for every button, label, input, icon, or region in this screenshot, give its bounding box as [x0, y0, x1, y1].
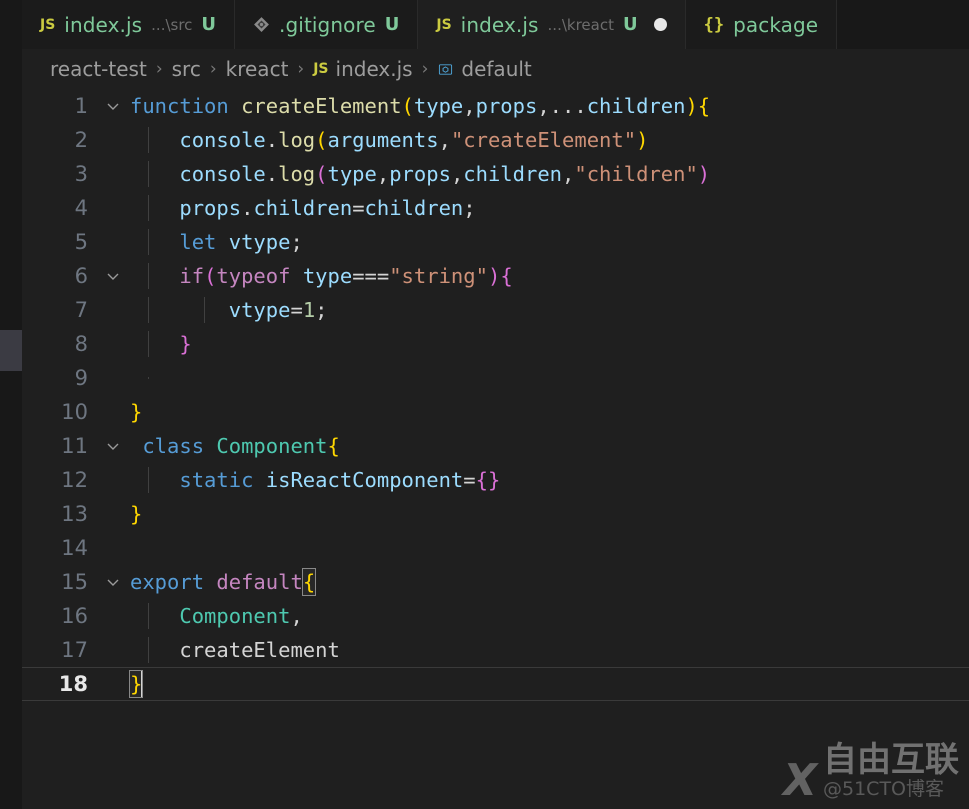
editor-tab-index-js-kreact[interactable]: JS index.js ...\kreact U	[418, 0, 686, 49]
tab-description: ...\src	[151, 15, 193, 34]
bracket-match-open: {	[301, 568, 317, 596]
fold-chevron-down-icon[interactable]	[100, 574, 126, 590]
code-line[interactable]: 7 vtype=1;	[22, 293, 969, 327]
code-line[interactable]: 5 let vtype;	[22, 225, 969, 259]
code-text[interactable]: }	[126, 502, 969, 526]
tab-label: index.js	[64, 12, 143, 37]
line-number: 15	[61, 570, 88, 594]
code-line-current[interactable]: 18 }	[22, 667, 969, 701]
chevron-right-icon: ›	[209, 59, 217, 79]
code-text[interactable]: vtype=1;	[126, 297, 969, 323]
breadcrumb-item-index-js[interactable]: index.js	[336, 57, 413, 81]
vscode-window: JS index.js ...\src U .gitignore U JS in…	[0, 0, 969, 809]
line-number: 9	[74, 366, 88, 390]
code-line[interactable]: 11 class Component{	[22, 429, 969, 463]
code-line[interactable]: 12 static isReactComponent={}	[22, 463, 969, 497]
line-number: 8	[74, 332, 88, 356]
code-line[interactable]: 3 console.log(type,props,children,"child…	[22, 157, 969, 191]
git-file-icon	[253, 16, 270, 33]
code-editor[interactable]: 1 function createElement(type,props,...c…	[22, 89, 969, 809]
code-line[interactable]: 9	[22, 361, 969, 395]
code-line[interactable]: 4 props.children=children;	[22, 191, 969, 225]
code-line[interactable]: 17 createElement	[22, 633, 969, 667]
line-number: 4	[74, 196, 88, 220]
code-text[interactable]: console.log(arguments,"createElement")	[126, 127, 969, 153]
breadcrumb-item-default[interactable]: default	[461, 57, 531, 81]
code-lines: 1 function createElement(type,props,...c…	[22, 89, 969, 701]
editor-tab-gitignore[interactable]: .gitignore U	[235, 0, 419, 49]
code-text[interactable]: }	[126, 400, 969, 424]
editor-tab-package-json[interactable]: {} package	[685, 0, 838, 49]
code-line[interactable]: 2 console.log(arguments,"createElement")	[22, 123, 969, 157]
editor-tab-index-js-src[interactable]: JS index.js ...\src U	[22, 0, 236, 49]
code-line[interactable]: 14	[22, 531, 969, 565]
code-text[interactable]: if(typeof type==="string"){	[126, 263, 969, 289]
line-number-active: 18	[58, 672, 88, 696]
code-text[interactable]: export default{	[126, 568, 969, 596]
json-file-icon: {}	[703, 14, 725, 35]
chevron-right-icon: ›	[155, 59, 163, 79]
code-line[interactable]: 10 }	[22, 395, 969, 429]
line-number: 14	[61, 536, 88, 560]
line-number: 6	[74, 264, 88, 288]
code-line[interactable]: 16 Component,	[22, 599, 969, 633]
tab-status-badge: U	[622, 14, 638, 35]
activity-bar[interactable]	[0, 0, 22, 809]
line-number: 13	[61, 502, 88, 526]
code-text[interactable]: let vtype;	[126, 229, 969, 255]
code-text[interactable]: }	[126, 670, 969, 698]
line-number: 7	[74, 298, 88, 322]
js-file-icon: JS	[40, 16, 56, 33]
code-text[interactable]: console.log(type,props,children,"childre…	[126, 161, 969, 187]
line-number: 16	[61, 604, 88, 628]
breadcrumb-item-react-test[interactable]: react-test	[50, 57, 147, 81]
code-line[interactable]: 1 function createElement(type,props,...c…	[22, 89, 969, 123]
line-number: 17	[61, 638, 88, 662]
code-text[interactable]: props.children=children;	[126, 195, 969, 221]
line-number: 3	[74, 162, 88, 186]
editor-tab-bar[interactable]: JS index.js ...\src U .gitignore U JS in…	[22, 0, 969, 49]
line-number: 12	[61, 468, 88, 492]
line-number: 5	[74, 230, 88, 254]
breadcrumb-item-src[interactable]: src	[172, 57, 201, 81]
tab-status-badge: U	[201, 14, 217, 35]
line-number: 1	[74, 94, 88, 118]
activity-bar-scroll-block[interactable]	[0, 330, 22, 371]
code-line[interactable]: 6 if(typeof type==="string"){	[22, 259, 969, 293]
tab-dirty-indicator[interactable]	[653, 18, 667, 31]
breadcrumb-item-kreact[interactable]: kreact	[226, 57, 289, 81]
js-file-icon: JS	[313, 61, 329, 77]
chevron-right-icon: ›	[297, 59, 305, 79]
breadcrumb[interactable]: react-test › src › kreact › JS index.js …	[22, 49, 969, 89]
line-number: 2	[74, 128, 88, 152]
tab-description: ...\kreact	[547, 15, 614, 34]
text-cursor	[141, 671, 144, 697]
code-text[interactable]: function createElement(type,props,...chi…	[126, 94, 969, 118]
tab-label: index.js	[460, 12, 539, 37]
code-line[interactable]: 13 }	[22, 497, 969, 531]
code-text[interactable]: static isReactComponent={}	[126, 467, 969, 493]
line-number: 11	[61, 434, 88, 458]
js-file-icon: JS	[436, 16, 452, 33]
tab-label: package	[733, 12, 819, 37]
line-number: 10	[61, 400, 88, 424]
code-line[interactable]: 15 export default{	[22, 565, 969, 599]
fold-chevron-down-icon[interactable]	[100, 268, 126, 284]
code-line[interactable]: 8 }	[22, 327, 969, 361]
tab-label: .gitignore	[279, 12, 376, 37]
fold-chevron-down-icon[interactable]	[100, 438, 126, 454]
tab-status-badge: U	[384, 14, 400, 35]
symbol-variable-icon	[437, 61, 454, 78]
chevron-right-icon: ›	[421, 59, 429, 79]
code-text[interactable]: }	[126, 331, 969, 357]
fold-chevron-down-icon[interactable]	[100, 98, 126, 114]
code-text[interactable]: createElement	[126, 637, 969, 663]
code-text[interactable]: Component,	[126, 603, 969, 629]
code-text[interactable]: class Component{	[126, 434, 969, 458]
